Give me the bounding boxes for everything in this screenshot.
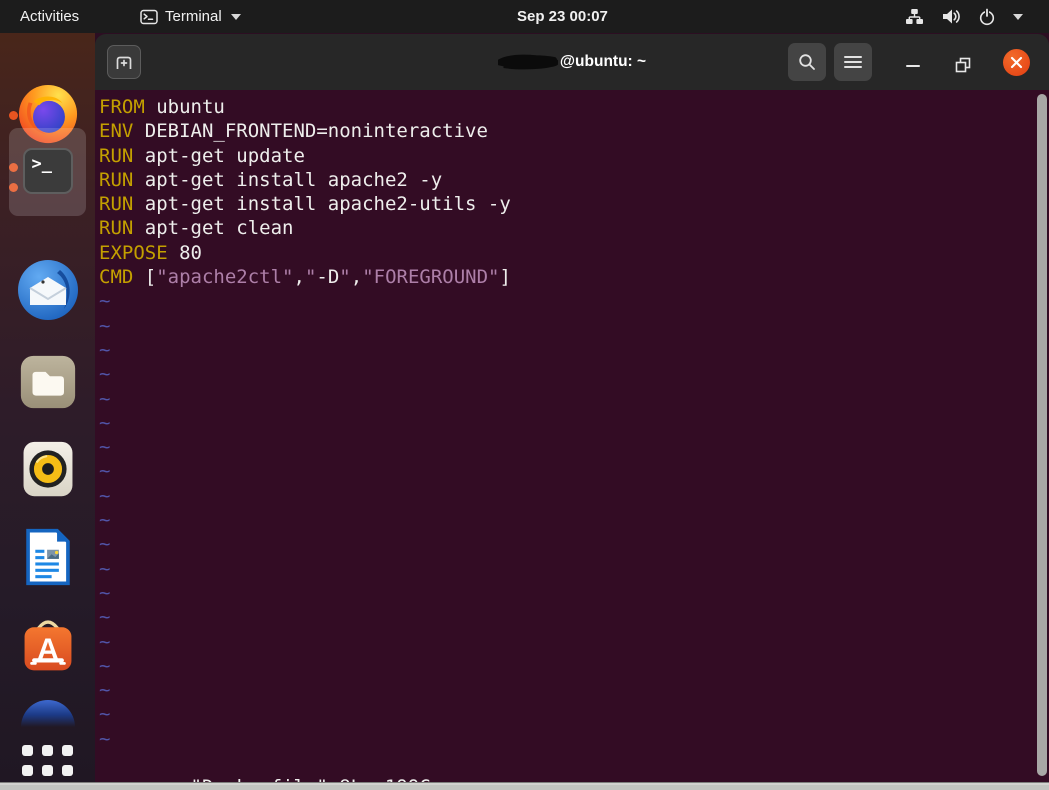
terminal-icon: >_	[23, 148, 73, 194]
vim-buffer: FROM ubuntuENV DEBIAN_FRONTEND=nonintera…	[99, 95, 1029, 751]
dock-item-terminal[interactable]: >_	[0, 148, 95, 194]
rhythmbox-icon	[19, 440, 77, 498]
empty-line: ~	[99, 581, 1029, 605]
network-wired-icon	[905, 8, 924, 25]
empty-line: ~	[99, 459, 1029, 483]
empty-line: ~	[99, 605, 1029, 629]
empty-line: ~	[99, 484, 1029, 508]
empty-line: ~	[99, 508, 1029, 532]
volume-icon	[941, 8, 961, 25]
window-title-text: @ubuntu: ~	[560, 53, 646, 71]
close-icon	[1010, 56, 1023, 69]
dock-item-rhythmbox[interactable]	[0, 440, 95, 498]
empty-line: ~	[99, 289, 1029, 313]
empty-line: ~	[99, 702, 1029, 726]
thunderbird-icon	[16, 258, 80, 322]
search-button[interactable]	[788, 43, 826, 81]
dock-item-ubuntu-software[interactable]: A	[0, 616, 95, 676]
empty-line: ~	[99, 362, 1029, 386]
partially-visible-app-icon	[20, 700, 76, 727]
system-menu-caret-icon	[1013, 14, 1023, 20]
activities-button[interactable]: Activities	[14, 0, 85, 33]
minimize-icon	[905, 57, 921, 73]
power-icon	[978, 8, 996, 26]
scrollbar[interactable]	[1037, 94, 1047, 776]
app-menu-label: Terminal	[165, 8, 222, 25]
empty-line: ~	[99, 435, 1029, 459]
terminal-app-icon	[140, 9, 158, 25]
terminal-window: @ubuntu: ~	[95, 34, 1049, 782]
libreoffice-writer-icon	[19, 528, 77, 586]
minimize-button[interactable]	[901, 53, 925, 77]
redacted-username-scribble	[498, 54, 558, 70]
code-line: RUN apt-get update	[99, 144, 1029, 168]
empty-line: ~	[99, 314, 1029, 338]
empty-line: ~	[99, 654, 1029, 678]
dock-item-libreoffice-writer[interactable]	[0, 528, 95, 586]
restore-button[interactable]	[951, 53, 975, 77]
empty-line: ~	[99, 532, 1029, 556]
dock-item-thunderbird[interactable]	[0, 258, 95, 322]
new-tab-button[interactable]	[107, 45, 141, 79]
ubuntu-software-icon: A	[18, 616, 78, 676]
empty-line: ~	[99, 338, 1029, 362]
empty-line: ~	[99, 557, 1029, 581]
dock-item-partially-visible-app[interactable]	[0, 700, 95, 727]
code-line: FROM ubuntu	[99, 95, 1029, 119]
empty-line: ~	[99, 387, 1029, 411]
code-line: EXPOSE 80	[99, 241, 1029, 265]
empty-line: ~	[99, 411, 1029, 435]
top-bar: Activities Terminal Sep 23 00:07	[0, 0, 1049, 33]
close-button[interactable]	[1003, 49, 1030, 76]
new-tab-icon	[114, 53, 134, 72]
search-icon	[797, 52, 817, 72]
files-icon	[17, 351, 79, 413]
restore-icon	[955, 57, 972, 74]
app-menu-caret-icon	[231, 14, 241, 20]
clock[interactable]: Sep 23 00:07	[517, 0, 608, 33]
dock-item-files[interactable]	[0, 351, 95, 413]
empty-line: ~	[99, 630, 1029, 654]
code-line: ENV DEBIAN_FRONTEND=noninteractive	[99, 119, 1029, 143]
hamburger-menu-icon	[844, 55, 862, 69]
empty-line: ~	[99, 727, 1029, 751]
terminal-content[interactable]: FROM ubuntuENV DEBIAN_FRONTEND=nonintera…	[95, 90, 1049, 782]
screen-bottom-edge	[0, 782, 1049, 790]
code-line: CMD ["apache2ctl","-D","FOREGROUND"]	[99, 265, 1029, 289]
dock: >_	[0, 33, 95, 782]
empty-line: ~	[99, 678, 1029, 702]
vim-statusline: "Dockerfile" 8L, 199C 8,26 All	[99, 751, 1049, 775]
system-status-area[interactable]	[905, 0, 1023, 33]
app-menu-terminal[interactable]: Terminal	[140, 0, 241, 33]
code-line: RUN apt-get install apache2 -y	[99, 168, 1029, 192]
code-line: RUN apt-get clean	[99, 216, 1029, 240]
code-line: RUN apt-get install apache2-utils -y	[99, 192, 1029, 216]
desktop: Activities Terminal Sep 23 00:07	[0, 0, 1049, 790]
menu-button[interactable]	[834, 43, 872, 81]
titlebar[interactable]: @ubuntu: ~	[95, 34, 1049, 90]
